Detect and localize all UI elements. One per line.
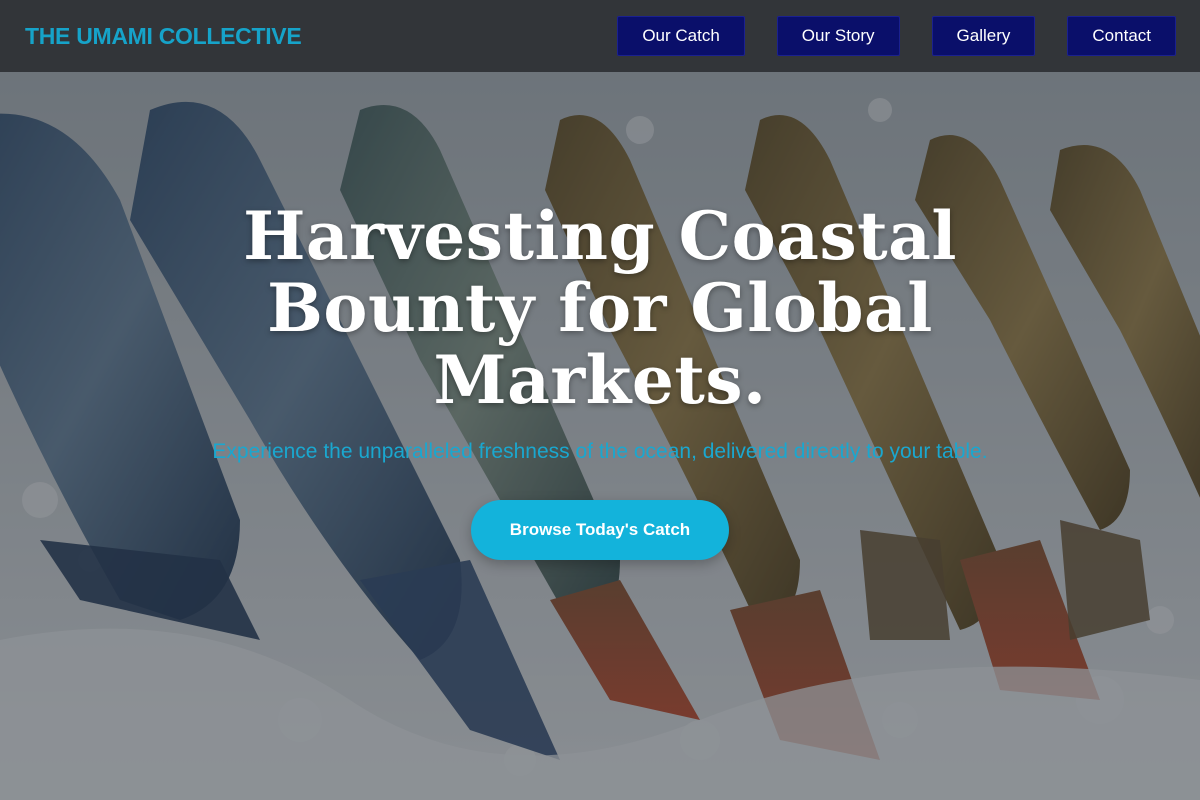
hero-subtitle: Experience the unparalleled freshness of… [212, 440, 988, 463]
nav-button-our-story[interactable]: Our Story [776, 16, 900, 56]
main-nav: Our Catch Our Story Gallery Contact [617, 16, 1176, 56]
brand-logo-text[interactable]: THE UMAMI COLLECTIVE [25, 23, 302, 50]
browse-catch-button[interactable]: Browse Today's Catch [471, 500, 729, 560]
site-header: THE UMAMI COLLECTIVE Our Catch Our Story… [0, 0, 1200, 72]
nav-button-our-catch[interactable]: Our Catch [617, 16, 745, 56]
nav-button-gallery[interactable]: Gallery [931, 16, 1036, 56]
nav-button-contact[interactable]: Contact [1067, 16, 1176, 56]
hero-section: Harvesting Coastal Bounty for Global Mar… [0, 200, 1200, 560]
hero-title: Harvesting Coastal Bounty for Global Mar… [243, 197, 957, 419]
